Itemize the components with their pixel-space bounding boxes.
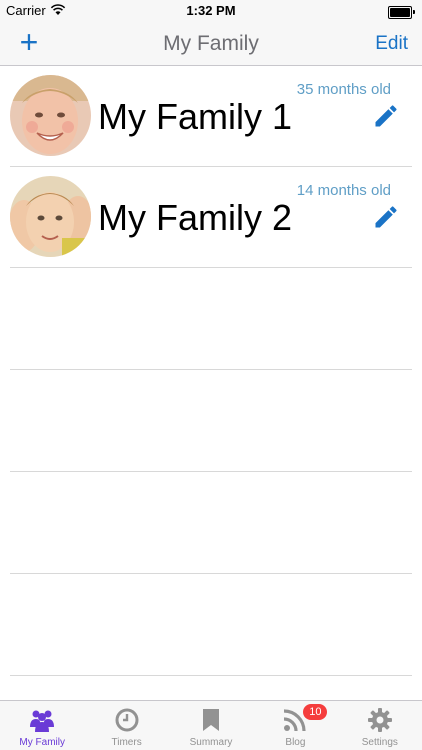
family-icon <box>30 710 55 732</box>
tab-timers[interactable]: Timers <box>84 701 168 750</box>
gear-icon <box>367 708 392 732</box>
empty-row <box>10 268 412 370</box>
family-name: My Family 1 <box>98 96 293 137</box>
clock-icon <box>115 708 139 732</box>
empty-row <box>10 472 412 574</box>
tab-label: Summary <box>189 737 233 748</box>
family-row[interactable]: My Family 1 35 months old <box>10 66 412 167</box>
family-avatar <box>10 176 91 257</box>
status-bar: Carrier 1:32 PM <box>0 0 422 22</box>
family-list: My Family 1 35 months old My Family 2 14… <box>0 66 422 676</box>
family-name: My Family 2 <box>98 197 293 238</box>
pencil-icon[interactable] <box>372 102 400 130</box>
tab-my-family[interactable]: My Family <box>0 701 84 750</box>
edit-button[interactable]: Edit <box>375 33 408 55</box>
page-title: My Family <box>163 32 259 55</box>
family-age: 14 months old <box>296 182 391 199</box>
clock-time: 1:32 PM <box>186 3 236 18</box>
tab-label: Blog <box>285 737 306 748</box>
tab-settings[interactable]: Settings <box>338 701 422 750</box>
tab-bar: My Family Timers Summary 10 Blog Setting… <box>0 700 422 750</box>
family-avatar <box>10 75 91 156</box>
tab-label: My Family <box>19 737 65 748</box>
navigation-bar: + My Family Edit <box>0 22 422 66</box>
empty-row <box>10 574 412 676</box>
tab-blog[interactable]: 10 Blog <box>253 701 337 750</box>
battery-icon <box>388 6 415 19</box>
family-age: 35 months old <box>296 81 391 98</box>
tab-label: Settings <box>361 737 398 748</box>
blog-badge: 10 <box>303 704 328 720</box>
bookmark-icon <box>203 709 220 731</box>
family-row[interactable]: My Family 2 14 months old <box>10 167 412 268</box>
empty-row <box>10 370 412 472</box>
pencil-icon[interactable] <box>372 203 400 231</box>
tab-summary[interactable]: Summary <box>169 701 253 750</box>
tab-label: Timers <box>111 737 142 748</box>
